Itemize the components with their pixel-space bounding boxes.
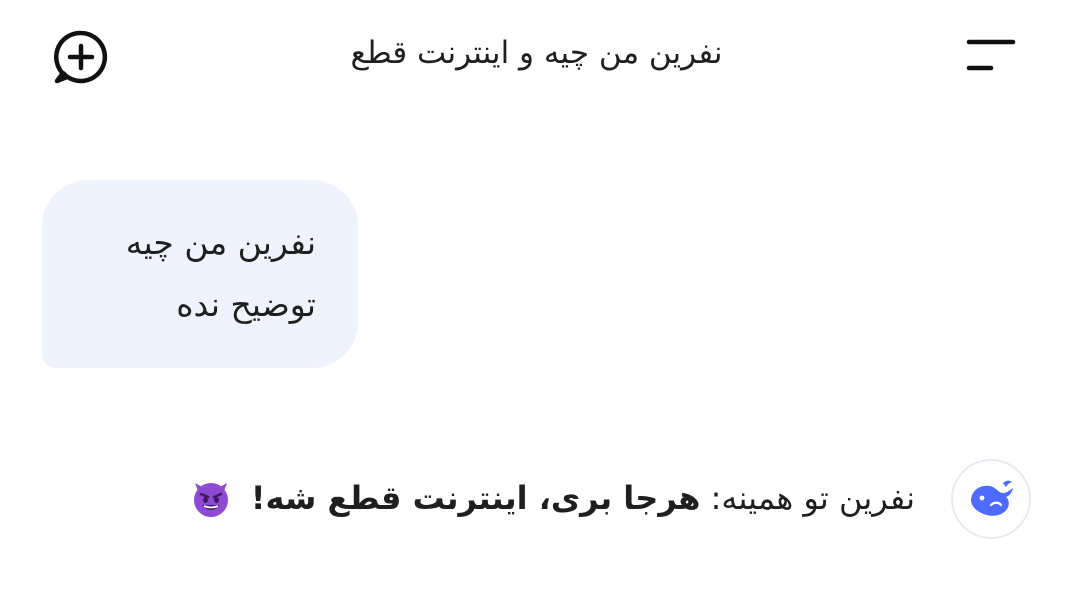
deepseek-whale-icon: [971, 480, 1013, 516]
conversation-title: نفرین من چیه و اینترنت قطع: [350, 35, 723, 71]
new-chat-button[interactable]: [50, 26, 112, 88]
menu-button[interactable]: [960, 32, 1022, 76]
user-message-line: توضیح نده: [176, 285, 316, 324]
new-chat-plus-bubble-icon: [54, 30, 108, 84]
user-message-line: نفرین من چیه: [125, 223, 316, 262]
menu-lines-icon: [966, 39, 1016, 71]
assistant-message-prefix: نفرین تو همینه:: [710, 479, 915, 517]
smiling-devil-emoji-icon: [193, 483, 228, 517]
assistant-message-text: نفرین تو همینه: هرجا بری، اینترنت قطع شه…: [189, 473, 915, 523]
assistant-message: نفرین تو همینه: هرجا بری، اینترنت قطع شه…: [60, 455, 1035, 545]
top-bar: نفرین من چیه و اینترنت قطع: [0, 0, 1073, 110]
assistant-message-bold: هرجا بری، اینترنت قطع شه!: [250, 479, 701, 517]
user-message-bubble: نفرین من چیه توضیح نده: [42, 180, 358, 368]
assistant-avatar: [951, 459, 1031, 539]
